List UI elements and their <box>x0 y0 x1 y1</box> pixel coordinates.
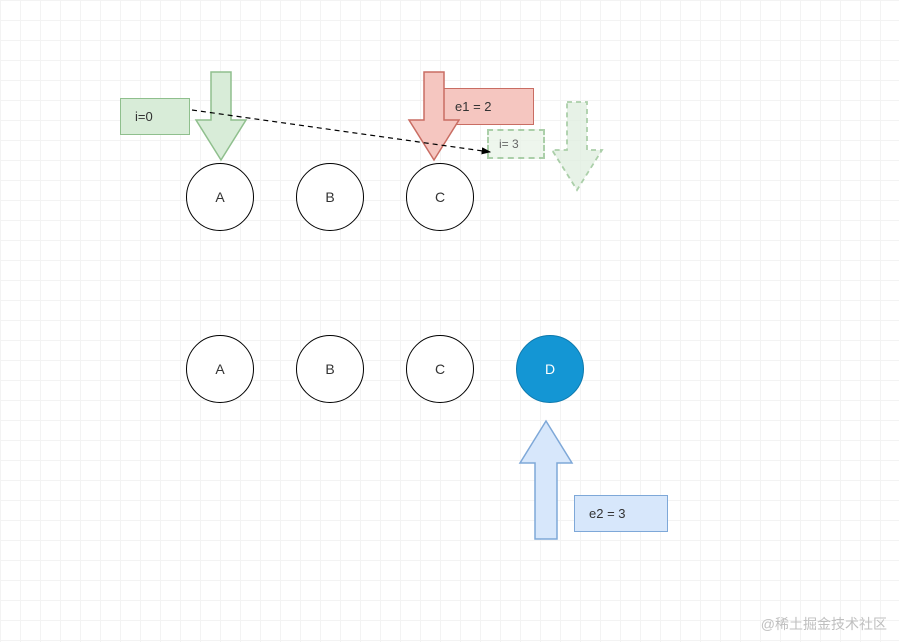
node-r2-c: C <box>406 335 474 403</box>
node-r2-a: A <box>186 335 254 403</box>
dashed-connector <box>192 110 512 170</box>
arrow-i3-dashed <box>552 102 602 190</box>
node-r1-a: A <box>186 163 254 231</box>
label-e2: e2 = 3 <box>574 495 668 532</box>
node-r2-d: D <box>516 335 584 403</box>
node-r1-b: B <box>296 163 364 231</box>
node-r1-c: C <box>406 163 474 231</box>
node-r2-b: B <box>296 335 364 403</box>
label-i0: i=0 <box>120 98 190 135</box>
watermark: @稀土掘金技术社区 <box>761 614 887 634</box>
arrow-e2 <box>520 421 572 539</box>
